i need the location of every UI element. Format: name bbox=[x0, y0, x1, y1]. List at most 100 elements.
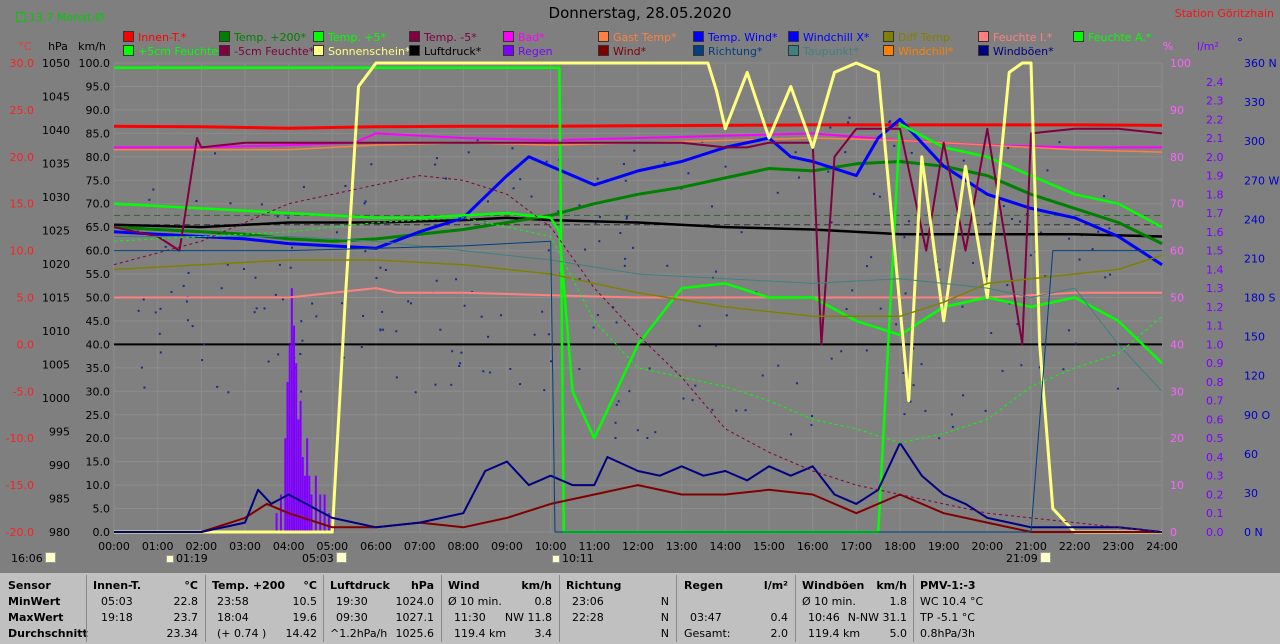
deg-tick: 330 bbox=[1244, 96, 1265, 109]
direction-point bbox=[1010, 217, 1013, 220]
direction-point bbox=[1074, 342, 1077, 345]
pct-tick: 30 bbox=[1170, 385, 1184, 398]
pct-tick: 80 bbox=[1170, 151, 1184, 164]
kmh-tick: 15.0 bbox=[86, 456, 111, 469]
direction-point bbox=[458, 365, 461, 368]
direction-point bbox=[633, 149, 636, 152]
direction-point bbox=[646, 436, 649, 439]
pct-tick: 90 bbox=[1170, 104, 1184, 117]
kmh-tick: 20.0 bbox=[86, 432, 111, 445]
kmh-tick: 90.0 bbox=[86, 104, 111, 117]
direction-point bbox=[277, 353, 280, 356]
direction-point bbox=[711, 408, 714, 411]
direction-point bbox=[845, 308, 848, 311]
temp-tick: -5.0 bbox=[13, 385, 34, 398]
direction-point bbox=[1068, 237, 1071, 240]
direction-point bbox=[379, 266, 382, 269]
divider bbox=[86, 575, 87, 642]
stats-pmv: PMV-1:-3 WC 10.4 °C TP -5.1 °C 0.8hPa/3h bbox=[920, 579, 984, 640]
direction-point bbox=[950, 413, 953, 416]
kmh-tick: 40.0 bbox=[86, 338, 111, 351]
direction-point bbox=[879, 307, 882, 310]
direction-point bbox=[682, 397, 685, 400]
direction-point bbox=[301, 339, 304, 342]
hpa-tick: 980 bbox=[49, 526, 70, 539]
direction-point bbox=[545, 160, 548, 163]
direction-point bbox=[512, 187, 515, 190]
stats-regen: Regen l/m² 03:47 0.4 Gesamt: 2.0 bbox=[684, 579, 788, 640]
hpa-tick: 985 bbox=[49, 493, 70, 506]
weather-chart-app: { "header": { "title": "Donnerstag, 28.0… bbox=[0, 0, 1280, 644]
direction-point bbox=[467, 151, 470, 154]
rain-tick: 1.8 bbox=[1206, 188, 1224, 201]
rain-tick: 0.3 bbox=[1206, 470, 1224, 483]
time-mark-mid-left: 01:19 bbox=[166, 552, 208, 565]
direction-point bbox=[476, 139, 479, 142]
direction-point bbox=[623, 264, 626, 267]
x-tick: 06:00 bbox=[360, 540, 392, 553]
x-tick: 08:00 bbox=[447, 540, 479, 553]
rain-tick: 2.1 bbox=[1206, 132, 1224, 145]
kmh-tick: 100.0 bbox=[79, 57, 111, 70]
hpa-tick: 995 bbox=[49, 426, 70, 439]
direction-point bbox=[865, 349, 868, 352]
direction-point bbox=[1062, 368, 1065, 371]
direction-point bbox=[777, 364, 780, 367]
direction-point bbox=[444, 177, 447, 180]
deg-tick: 210 bbox=[1244, 252, 1265, 265]
direction-point bbox=[511, 147, 514, 150]
deg-tick: 180 S bbox=[1244, 292, 1275, 305]
direction-point bbox=[628, 390, 631, 393]
direction-point bbox=[414, 391, 417, 394]
rain-tick: 1.4 bbox=[1206, 263, 1224, 276]
rain-tick: 1.3 bbox=[1206, 282, 1224, 295]
temp-tick: 10.0 bbox=[10, 245, 35, 258]
deg-tick: 240 bbox=[1244, 213, 1265, 226]
time-mark-noon: 10:11 bbox=[552, 552, 594, 565]
direction-point bbox=[220, 287, 223, 290]
x-tick: 13:00 bbox=[666, 540, 698, 553]
direction-point bbox=[962, 394, 965, 397]
direction-point bbox=[724, 165, 727, 168]
direction-point bbox=[776, 191, 779, 194]
kmh-tick: 50.0 bbox=[86, 292, 111, 305]
rain-bar bbox=[314, 475, 317, 532]
direction-point bbox=[920, 363, 923, 366]
direction-point bbox=[711, 205, 714, 208]
unit-deg: ° bbox=[1237, 36, 1243, 49]
direction-point bbox=[460, 351, 463, 354]
kmh-tick: 10.0 bbox=[86, 479, 111, 492]
direction-point bbox=[1001, 369, 1004, 372]
rain-bar bbox=[288, 344, 291, 532]
kmh-tick: 25.0 bbox=[86, 409, 111, 422]
direction-point bbox=[617, 400, 620, 403]
rain-bar bbox=[293, 325, 296, 532]
direction-point bbox=[888, 121, 891, 124]
rain-tick: 0.0 bbox=[1206, 526, 1224, 539]
direction-point bbox=[691, 399, 694, 402]
deg-tick: 270 W bbox=[1244, 174, 1279, 187]
direction-point bbox=[827, 170, 830, 173]
direction-point bbox=[289, 266, 292, 269]
deg-tick: 90 O bbox=[1244, 409, 1270, 422]
pct-tick: 40 bbox=[1170, 338, 1184, 351]
direction-point bbox=[912, 384, 915, 387]
direction-point bbox=[632, 246, 635, 249]
deg-tick: 30 bbox=[1244, 487, 1258, 500]
direction-point bbox=[715, 270, 718, 273]
direction-point bbox=[364, 250, 367, 253]
kmh-tick: 60.0 bbox=[86, 245, 111, 258]
direction-point bbox=[714, 344, 717, 347]
direction-point bbox=[480, 315, 483, 318]
direction-point bbox=[375, 276, 378, 279]
direction-point bbox=[227, 391, 230, 394]
direction-point bbox=[362, 314, 365, 317]
x-tick: 22:00 bbox=[1059, 540, 1091, 553]
direction-point bbox=[663, 161, 666, 164]
direction-point bbox=[158, 332, 161, 335]
hpa-tick: 1015 bbox=[42, 292, 70, 305]
direction-point bbox=[191, 325, 194, 328]
direction-point bbox=[1116, 387, 1119, 390]
direction-point bbox=[584, 248, 587, 251]
hpa-tick: 1035 bbox=[42, 158, 70, 171]
